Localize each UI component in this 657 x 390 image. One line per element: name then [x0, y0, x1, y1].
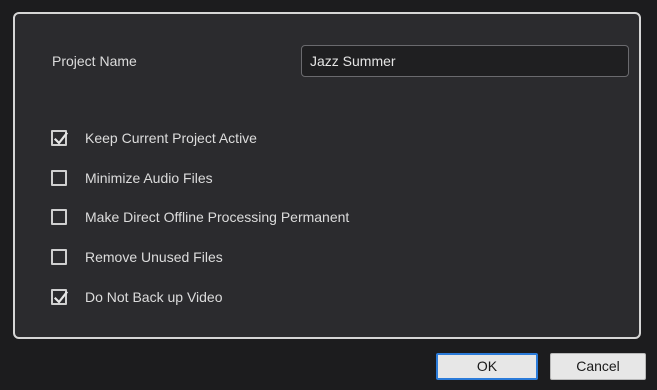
- option-label: Do Not Back up Video: [85, 289, 223, 305]
- options-panel: Project Name Jazz Summer Keep Current Pr…: [13, 12, 641, 339]
- checkbox-do-not-back-up-video[interactable]: [51, 289, 69, 305]
- ok-button[interactable]: OK: [436, 353, 538, 380]
- cancel-button[interactable]: Cancel: [550, 353, 646, 380]
- checkbox-remove-unused-files[interactable]: [51, 249, 67, 265]
- option-minimize-audio-files[interactable]: Minimize Audio Files: [51, 168, 213, 188]
- option-do-not-back-up-video[interactable]: Do Not Back up Video: [51, 287, 223, 307]
- checkbox-make-direct-offline-processing-permanent[interactable]: [51, 209, 67, 225]
- project-name-input[interactable]: Jazz Summer: [301, 45, 629, 77]
- option-make-direct-offline-processing-permanent[interactable]: Make Direct Offline Processing Permanent: [51, 207, 349, 227]
- option-keep-current-project-active[interactable]: Keep Current Project Active: [51, 128, 257, 148]
- option-label: Make Direct Offline Processing Permanent: [85, 209, 350, 225]
- option-label: Keep Current Project Active: [85, 130, 257, 146]
- checkmark-icon: [53, 131, 69, 145]
- option-remove-unused-files[interactable]: Remove Unused Files: [51, 247, 223, 267]
- checkbox-keep-current-project-active[interactable]: [51, 130, 69, 146]
- checkbox-minimize-audio-files[interactable]: [51, 170, 67, 186]
- project-name-label: Project Name: [52, 53, 137, 69]
- option-label: Minimize Audio Files: [85, 170, 213, 186]
- checkmark-icon: [53, 290, 69, 304]
- backup-project-dialog: Project Name Jazz Summer Keep Current Pr…: [0, 0, 657, 390]
- option-label: Remove Unused Files: [85, 249, 223, 265]
